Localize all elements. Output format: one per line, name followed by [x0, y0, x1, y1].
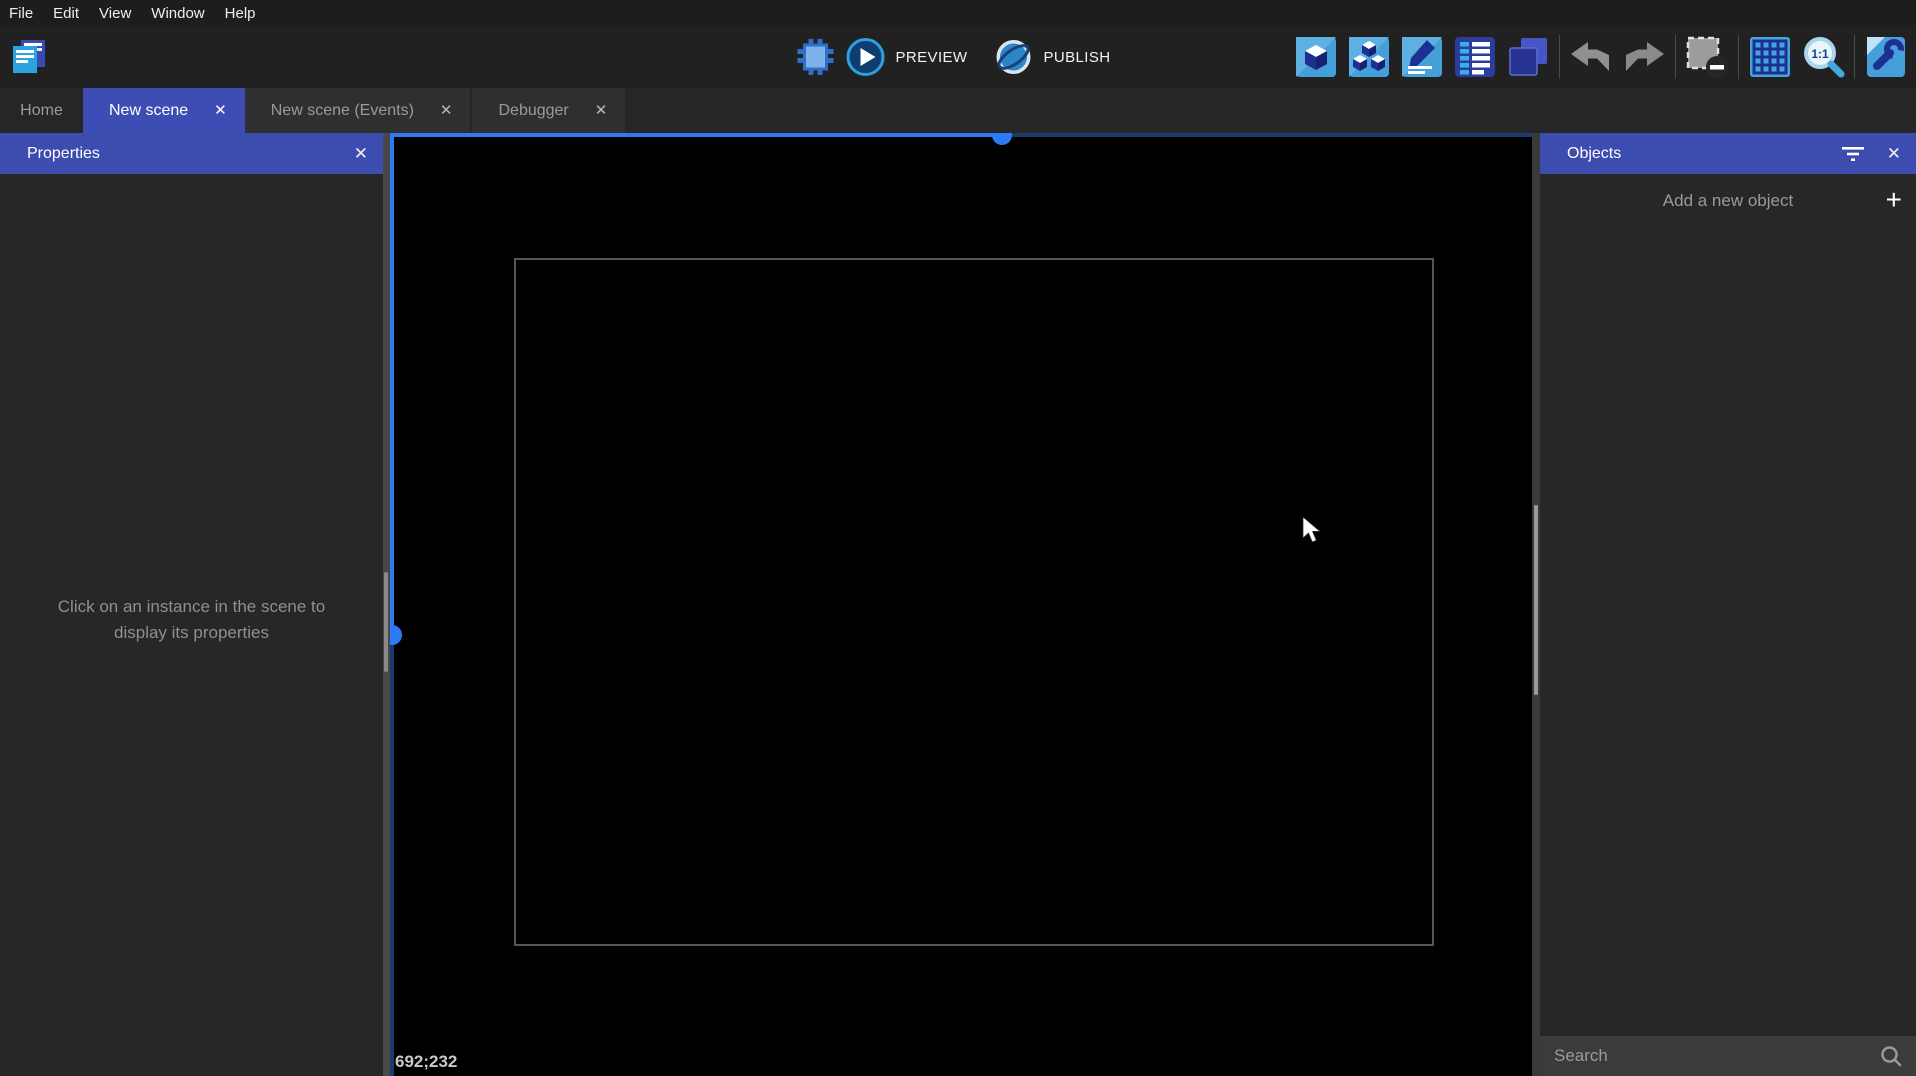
- properties-panel: Properties ✕ Click on an instance in the…: [0, 133, 383, 1076]
- main-area: Properties ✕ Click on an instance in the…: [0, 133, 1916, 1076]
- objects-search-input[interactable]: [1554, 1046, 1880, 1066]
- debug-icon: [797, 39, 834, 75]
- properties-panel-title: Properties: [27, 144, 100, 162]
- add-object-label: Add a new object: [1662, 191, 1794, 210]
- tab-new-scene[interactable]: New scene ✕: [83, 88, 245, 133]
- left-panel-resizer[interactable]: [383, 133, 390, 1076]
- objects-panel-header: Objects ✕: [1540, 133, 1916, 174]
- tab-home[interactable]: Home: [0, 88, 83, 133]
- properties-panel-body: Click on an instance in the scene to dis…: [0, 174, 383, 646]
- gdevelop-app: File Edit View Window Help PREVIEW PUBLI…: [0, 0, 1916, 1076]
- delete-selection-button[interactable]: [1685, 35, 1729, 79]
- objects-panel-title: Objects: [1567, 144, 1622, 162]
- menu-edit[interactable]: Edit: [53, 5, 79, 22]
- filter-icon[interactable]: [1841, 146, 1865, 162]
- tab-close-icon[interactable]: ✕: [214, 103, 227, 118]
- vertical-scrollbar-track-active[interactable]: [390, 133, 394, 635]
- redo-icon: [1626, 42, 1664, 71]
- zoom-1-1-icon: 1:1: [1804, 37, 1845, 78]
- close-icon[interactable]: ✕: [354, 145, 368, 162]
- scrollbar-thumb[interactable]: [1534, 505, 1538, 695]
- object-groups-icon: [1349, 37, 1389, 77]
- right-panel-resizer[interactable]: [1532, 133, 1540, 1076]
- project-manager-button[interactable]: [10, 37, 48, 75]
- tab-new-scene-events[interactable]: New scene (Events) ✕: [244, 88, 471, 133]
- horizontal-scrollbar-track[interactable]: [1002, 133, 1532, 137]
- cursor-coordinates: 692;232: [395, 1052, 458, 1071]
- edit-properties-icon: [1402, 37, 1442, 77]
- zoom-1-1-button[interactable]: 1:1: [1801, 35, 1845, 79]
- publish-label[interactable]: PUBLISH: [1043, 49, 1110, 66]
- toolbar-separator: [1854, 35, 1855, 79]
- scene-canvas[interactable]: 692;232: [390, 133, 1532, 1076]
- tab-close-icon[interactable]: ✕: [440, 103, 453, 118]
- tab-label: Home: [20, 101, 63, 119]
- toolbar-separator: [1675, 35, 1676, 79]
- undo-icon: [1571, 42, 1609, 71]
- redo-button[interactable]: [1622, 40, 1666, 74]
- undo-button[interactable]: [1569, 40, 1613, 74]
- preview-label[interactable]: PREVIEW: [896, 49, 968, 66]
- add-object-row: Add a new object +: [1540, 184, 1916, 218]
- add-object-button[interactable]: +: [1886, 184, 1902, 218]
- scene-settings-icon: [1867, 37, 1905, 77]
- tab-label: New scene (Events): [270, 101, 414, 119]
- instances-list-icon: [1455, 37, 1495, 77]
- horizontal-scrollbar-knob[interactable]: [992, 133, 1012, 145]
- objects-search-bar: [1540, 1036, 1916, 1076]
- properties-panel-header: Properties ✕: [0, 133, 383, 174]
- scene-objects-icon: [1296, 37, 1336, 77]
- objects-panel: Objects ✕ Add a new object +: [1540, 133, 1916, 1076]
- tab-close-icon[interactable]: ✕: [595, 103, 608, 118]
- tab-bar: Home New scene ✕ New scene (Events) ✕ De…: [0, 88, 1916, 133]
- edit-properties-button[interactable]: [1400, 35, 1444, 79]
- toolbar-separator: [1559, 35, 1560, 79]
- vertical-scrollbar-track[interactable]: [390, 635, 394, 1076]
- object-groups-button[interactable]: [1347, 35, 1391, 79]
- menu-bar: File Edit View Window Help: [0, 0, 1916, 26]
- publish-button[interactable]: [993, 37, 1033, 77]
- grid-icon: [1750, 37, 1790, 77]
- scene-objects-button[interactable]: [1294, 35, 1338, 79]
- layers-button[interactable]: [1506, 35, 1550, 79]
- scrollbar-thumb[interactable]: [384, 572, 388, 672]
- zoom-ratio-label: 1:1: [1811, 47, 1829, 61]
- instances-list-button[interactable]: [1453, 35, 1497, 79]
- delete-selection-icon: [1686, 36, 1728, 78]
- mouse-cursor-icon: [1302, 516, 1322, 543]
- play-icon: [846, 38, 885, 76]
- preview-button[interactable]: [846, 37, 886, 77]
- menu-view[interactable]: View: [99, 5, 131, 22]
- scene-settings-button[interactable]: [1864, 35, 1908, 79]
- game-window-frame: [514, 258, 1434, 946]
- toolbar-separator: [1738, 35, 1739, 79]
- toolbar-center: PREVIEW PUBLISH: [796, 26, 1127, 88]
- menu-window[interactable]: Window: [151, 5, 204, 22]
- toolbar-right: 1:1: [1294, 26, 1908, 88]
- debug-button[interactable]: [796, 37, 836, 77]
- properties-empty-message: Click on an instance in the scene to dis…: [57, 597, 326, 642]
- layers-icon: [1509, 38, 1547, 76]
- project-manager-icon: [13, 40, 45, 73]
- toolbar: PREVIEW PUBLISH 1:1: [0, 26, 1916, 88]
- menu-help[interactable]: Help: [225, 5, 256, 22]
- horizontal-scrollbar-track-active[interactable]: [390, 133, 1002, 137]
- tab-label: Debugger: [498, 101, 569, 119]
- close-icon[interactable]: ✕: [1887, 145, 1901, 162]
- globe-icon: [996, 40, 1031, 74]
- menu-file[interactable]: File: [9, 5, 33, 22]
- tab-label: New scene: [109, 101, 189, 119]
- vertical-scrollbar-knob[interactable]: [390, 625, 402, 645]
- tab-debugger[interactable]: Debugger ✕: [472, 88, 626, 133]
- toggle-grid-button[interactable]: [1748, 35, 1792, 79]
- search-icon[interactable]: [1880, 1045, 1902, 1067]
